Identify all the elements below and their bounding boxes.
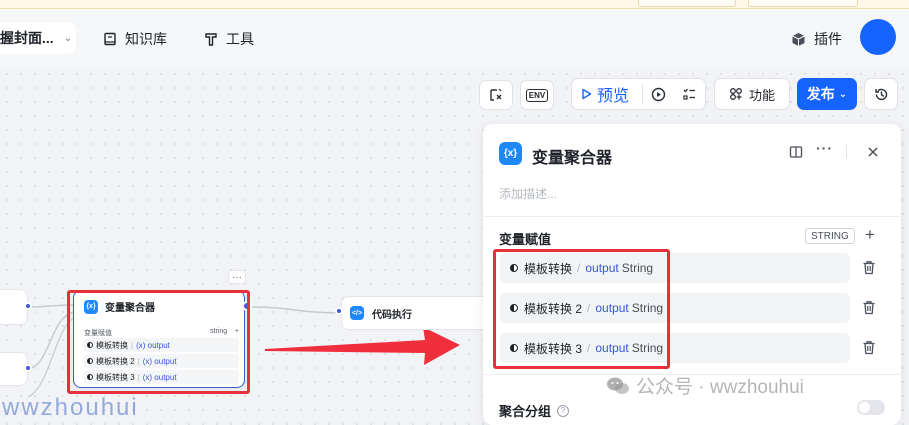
section-title: 变量赋值 bbox=[499, 232, 552, 247]
cube-icon bbox=[792, 32, 805, 46]
wechat-icon bbox=[607, 377, 629, 394]
annotation-highlight-box bbox=[67, 290, 250, 394]
output-type-tag: STRING bbox=[805, 228, 855, 244]
group-toggle[interactable] bbox=[857, 400, 885, 415]
app-header: 握封面... ⌄ 知识库 工具 插件 bbox=[0, 9, 909, 67]
node-more-button[interactable]: ··· bbox=[228, 270, 246, 284]
strip-tab bbox=[638, 0, 736, 7]
group-label: 聚合分组 bbox=[499, 404, 552, 419]
trash-icon[interactable] bbox=[862, 300, 876, 320]
divider bbox=[846, 144, 847, 158]
trash-icon[interactable] bbox=[862, 340, 876, 360]
project-title: 握封面... bbox=[0, 30, 54, 46]
author-watermark: wwzhouhui bbox=[2, 394, 139, 421]
nav-tools[interactable]: 工具 bbox=[204, 29, 254, 49]
tool-icon bbox=[205, 33, 217, 46]
variable-icon: {x} bbox=[499, 142, 522, 165]
book-open-icon[interactable] bbox=[789, 145, 803, 162]
chevron-down-icon: ⌄ bbox=[63, 32, 73, 44]
node-title-text: 代码执行 bbox=[372, 309, 412, 321]
trash-icon[interactable] bbox=[862, 260, 876, 280]
wechat-watermark: 公众号 · wwzhouhui bbox=[606, 372, 804, 399]
node-handle[interactable] bbox=[24, 302, 32, 310]
annotation-highlight-box bbox=[493, 249, 670, 369]
node-input-handle[interactable] bbox=[335, 307, 343, 315]
plugin-label: 插件 bbox=[814, 31, 842, 47]
node-handle[interactable] bbox=[24, 364, 32, 372]
panel-title[interactable]: 变量聚合器 bbox=[532, 144, 612, 168]
more-icon[interactable]: ··· bbox=[816, 140, 833, 156]
code-icon: </> bbox=[350, 306, 364, 320]
plugin-button[interactable]: 插件 bbox=[791, 29, 842, 49]
nav-knowledge-base[interactable]: 知识库 bbox=[103, 29, 167, 49]
book-icon bbox=[104, 32, 116, 46]
add-variable-button[interactable]: + bbox=[865, 225, 875, 245]
avatar[interactable] bbox=[860, 19, 896, 55]
group-section: 聚合分组 ? bbox=[499, 401, 570, 420]
project-selector[interactable]: 握封面... ⌄ bbox=[0, 22, 76, 54]
close-icon[interactable] bbox=[867, 145, 879, 161]
help-icon[interactable]: ? bbox=[557, 404, 570, 417]
strip-tab bbox=[748, 0, 858, 7]
divider bbox=[483, 216, 901, 217]
notification-strip bbox=[0, 0, 909, 9]
nav-label: 知识库 bbox=[125, 31, 167, 47]
nav-label: 工具 bbox=[226, 31, 254, 47]
code-execution-node[interactable]: </> 代码执行 bbox=[341, 296, 491, 330]
description-input[interactable]: 添加描述... bbox=[499, 185, 557, 202]
